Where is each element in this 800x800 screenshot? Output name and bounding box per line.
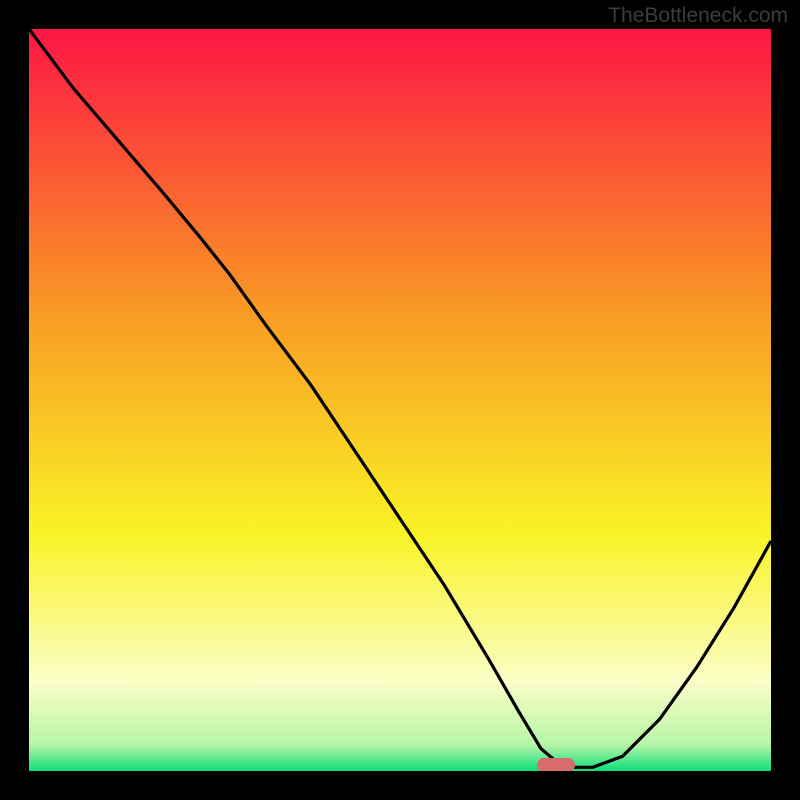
plot-area — [29, 29, 771, 771]
bottleneck-curve — [29, 29, 771, 771]
watermark-label: TheBottleneck.com — [608, 4, 788, 28]
chart-container: TheBottleneck.com — [0, 0, 800, 800]
optimal-marker — [537, 758, 575, 771]
